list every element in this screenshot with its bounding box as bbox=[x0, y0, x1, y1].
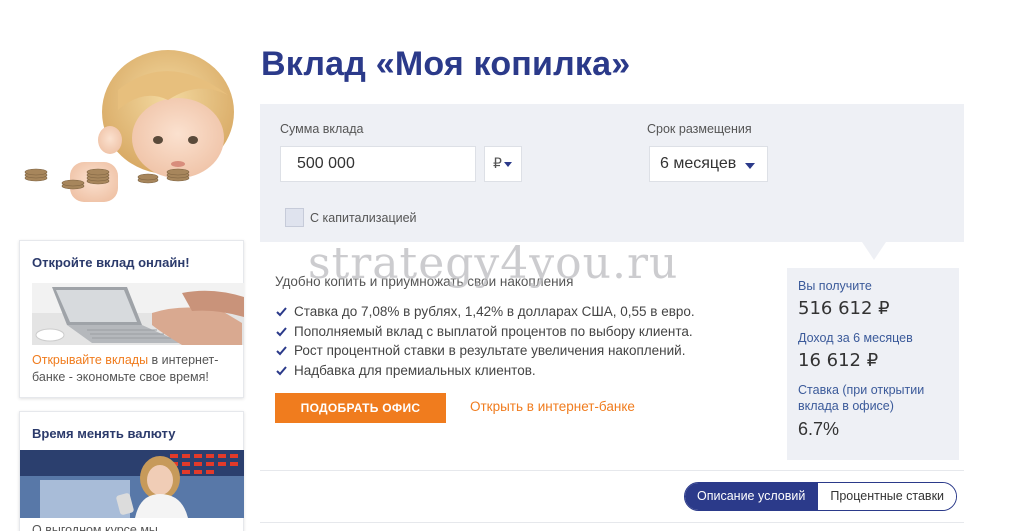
rate-value: 6.7% bbox=[798, 419, 840, 439]
result-panel: Вы получите 516 612 ₽ Доход за 6 месяцев… bbox=[787, 268, 959, 460]
feature-item: Надбавка для премиальных клиентов. bbox=[275, 361, 695, 381]
find-office-button[interactable]: ПОДОБРАТЬ ОФИС bbox=[275, 393, 446, 423]
feature-list: Ставка до 7,08% в рублях, 1,42% в доллар… bbox=[275, 302, 695, 380]
open-deposits-link[interactable]: Открывайте вклады bbox=[32, 353, 148, 367]
feature-text: Рост процентной ставки в результате увел… bbox=[294, 343, 686, 358]
deposit-term-label: Срок размещения bbox=[647, 122, 752, 136]
deposit-sum-label: Сумма вклада bbox=[280, 122, 364, 136]
feature-item: Рост процентной ставки в результате увел… bbox=[275, 341, 695, 361]
section-divider bbox=[260, 522, 964, 523]
calculator-pointer-arrow bbox=[862, 242, 886, 260]
checkmark-icon bbox=[276, 307, 287, 317]
tab-conditions[interactable]: Описание условий bbox=[685, 483, 818, 510]
checkmark-icon bbox=[276, 327, 287, 337]
chevron-down-icon bbox=[745, 163, 755, 169]
capitalization-checkbox[interactable] bbox=[285, 208, 304, 227]
deposit-calculator: Сумма вклада Срок размещения 500 000 ₽ 6… bbox=[260, 104, 964, 242]
chevron-down-icon bbox=[503, 161, 512, 167]
feature-text: Ставка до 7,08% в рублях, 1,42% в доллар… bbox=[294, 304, 695, 319]
deposit-term-select[interactable]: 6 месяцев bbox=[649, 146, 768, 182]
tab-rates[interactable]: Процентные ставки bbox=[817, 483, 957, 510]
deposit-term-value: 6 месяцев bbox=[660, 155, 737, 172]
income-value: 16 612 ₽ bbox=[798, 350, 879, 371]
checkmark-icon bbox=[276, 346, 287, 356]
promo-card-title: Время менять валюту bbox=[32, 426, 176, 441]
promo-card-text: Открывайте вклады в интернет-банке - эко… bbox=[32, 352, 237, 386]
promo-card-text: О выгодном курсе мы bbox=[32, 523, 158, 531]
income-label: Доход за 6 месяцев bbox=[798, 331, 913, 345]
receive-value: 516 612 ₽ bbox=[798, 298, 890, 319]
promo-card-online[interactable]: Откройте вклад онлайн! Открывайте вклады… bbox=[19, 240, 244, 398]
deposit-sum-input[interactable]: 500 000 bbox=[280, 146, 476, 182]
tabs-switcher: Описание условий Процентные ставки bbox=[684, 482, 958, 511]
checkmark-icon bbox=[276, 366, 287, 376]
receive-label: Вы получите bbox=[798, 279, 872, 293]
hero-child-coins-image bbox=[18, 40, 248, 220]
description-title: Удобно копить и приумножать свои накопле… bbox=[275, 274, 574, 289]
promo-card-title: Откройте вклад онлайн! bbox=[32, 255, 190, 270]
feature-text: Надбавка для премиальных клиентов. bbox=[294, 362, 536, 378]
currency-value: ₽ bbox=[493, 156, 502, 172]
laptop-typing-image bbox=[32, 283, 244, 345]
feature-item: Ставка до 7,08% в рублях, 1,42% в доллар… bbox=[275, 302, 695, 322]
open-online-bank-link[interactable]: Открыть в интернет-банке bbox=[470, 399, 635, 414]
page-title: Вклад «Моя копилка» bbox=[261, 45, 631, 83]
feature-item: Пополняемый вклад с выплатой процентов п… bbox=[275, 322, 695, 342]
rate-label: Ставка (при открытии вклада в офисе) bbox=[798, 383, 925, 413]
capitalization-label[interactable]: С капитализацией bbox=[310, 211, 417, 225]
currency-select[interactable]: ₽ bbox=[484, 146, 522, 182]
section-divider bbox=[260, 470, 964, 471]
feature-text: Пополняемый вклад с выплатой процентов п… bbox=[294, 323, 693, 339]
promo-card-currency[interactable]: Время менять валюту О выгодном курсе мы bbox=[19, 411, 244, 531]
currency-exchange-woman-image bbox=[20, 450, 244, 518]
